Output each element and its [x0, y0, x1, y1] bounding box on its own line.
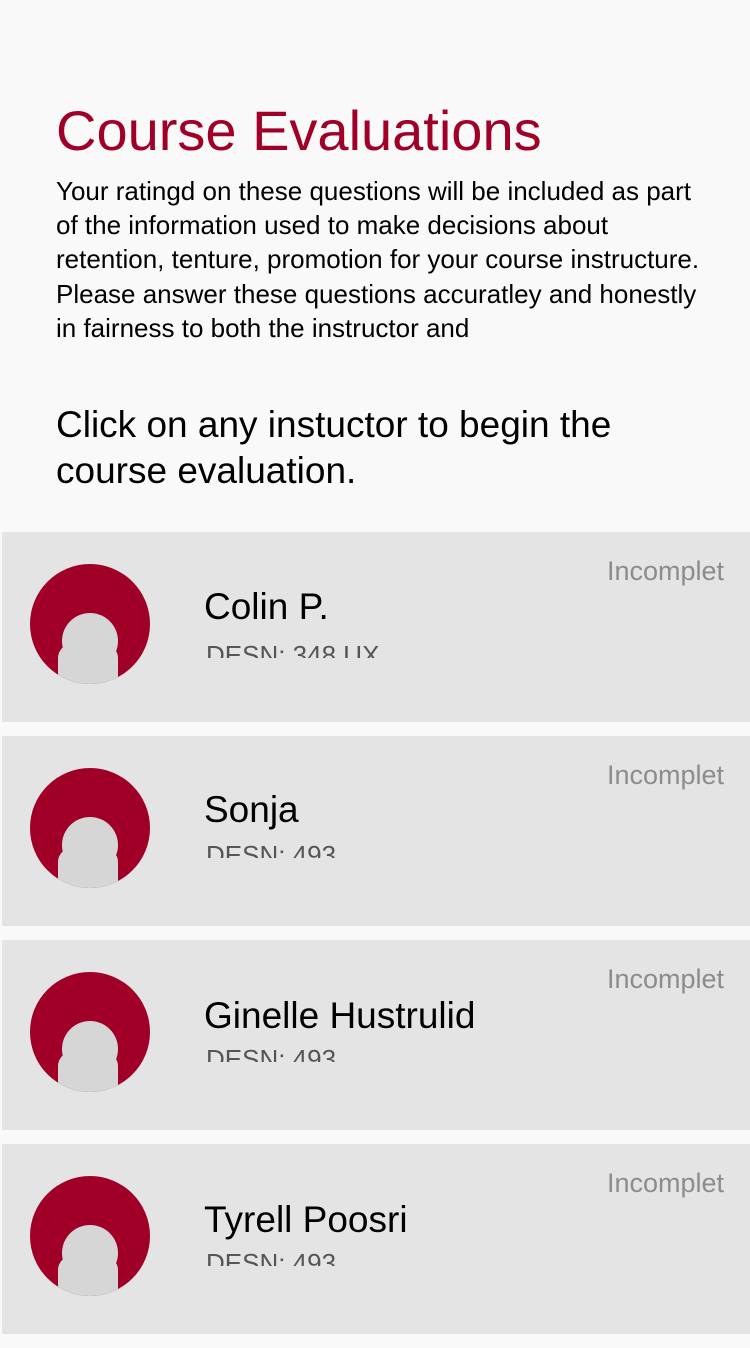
status-label: Incomplet	[606, 1168, 724, 1198]
instructor-name-area: Colin P.	[204, 590, 624, 623]
user-silhouette-icon	[30, 1176, 150, 1296]
status-label: Incomplet	[606, 964, 724, 994]
instructor-name: Colin P.	[204, 590, 329, 623]
instructor-name-area: Tyrell Poosri	[204, 1198, 624, 1240]
instructor-card[interactable]: Incomplet Sonja DESN: 493	[2, 736, 750, 926]
instructor-list: Incomplet Colin P. DESN: 348 UX Incomple…	[2, 532, 750, 1348]
instructor-card[interactable]: Incomplet Tyrell Poosri DESN: 493	[2, 1144, 750, 1334]
instructor-card[interactable]: Incomplet Ginelle Hustrulid DESN: 493	[2, 940, 750, 1130]
user-silhouette-icon	[30, 972, 150, 1092]
intro-text: Your ratingd on these questions will be …	[56, 176, 700, 343]
course-code: DESN: 493	[206, 840, 337, 858]
course-code: DESN: 348 UX	[206, 640, 380, 658]
instructor-name: Ginelle Hustrulid	[204, 998, 476, 1032]
course-code-area: DESN: 348 UX	[206, 636, 626, 658]
user-silhouette-icon	[30, 768, 150, 888]
user-silhouette-icon	[30, 564, 150, 684]
instructor-name-area: Ginelle Hustrulid	[204, 998, 624, 1032]
instructor-name: Tyrell Poosri	[204, 1199, 408, 1240]
instructor-name: Sonja	[204, 789, 299, 830]
status-label: Incomplet	[606, 556, 724, 586]
page-title: Course Evaluations	[56, 99, 542, 162]
instructor-card[interactable]: Incomplet Colin P. DESN: 348 UX	[2, 532, 750, 722]
status-label: Incomplet	[606, 760, 724, 790]
course-code-area: DESN: 493	[206, 1040, 626, 1062]
course-code: DESN: 493	[206, 1248, 337, 1266]
instructor-name-area: Sonja	[204, 788, 624, 830]
course-code-area: DESN: 493	[206, 836, 626, 858]
intro-scroll-area[interactable]: Your ratingd on these questions will be …	[56, 174, 716, 356]
course-code: DESN: 493	[206, 1044, 337, 1062]
course-code-area: DESN: 493	[206, 1244, 626, 1266]
instruction-text: Click on any instuctor to begin the cour…	[56, 404, 612, 491]
